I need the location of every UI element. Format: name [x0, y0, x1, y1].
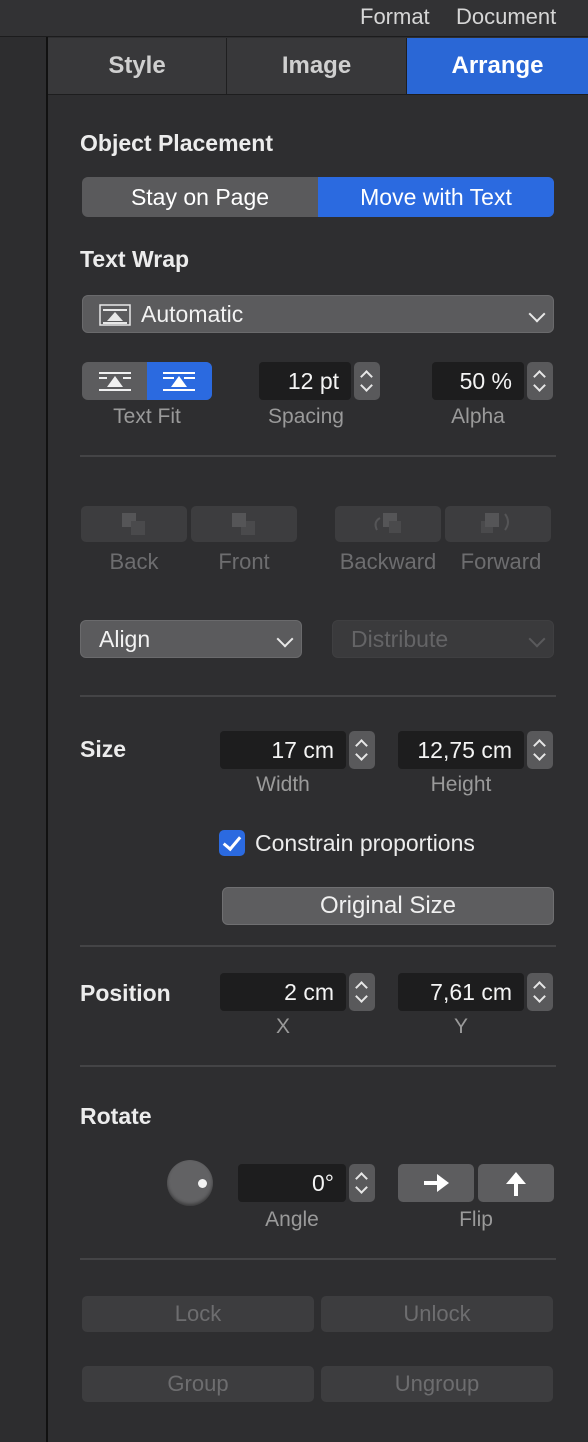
lock-button[interactable]: Lock	[82, 1296, 314, 1332]
divider	[80, 945, 556, 947]
object-placement-title: Object Placement	[80, 130, 274, 156]
x-position-stepper[interactable]	[349, 973, 375, 1011]
y-label: Y	[453, 1015, 468, 1038]
flip-label: Flip	[459, 1208, 493, 1231]
text-fit-shape-option[interactable]	[147, 362, 212, 400]
group-button[interactable]: Group	[82, 1366, 314, 1402]
stay-on-page-option[interactable]: Stay on Page	[82, 177, 318, 217]
text-wrap-value: Automatic	[141, 301, 244, 327]
y-position-stepper[interactable]	[527, 973, 553, 1011]
arrow-right-icon	[424, 1174, 449, 1192]
height-label: Height	[430, 773, 492, 796]
divider	[80, 1258, 556, 1260]
send-backward-icon	[374, 513, 401, 533]
format-toolbar-button[interactable]: Format	[360, 4, 430, 30]
ungroup-button[interactable]: Ungroup	[321, 1366, 553, 1402]
alpha-stepper[interactable]	[527, 362, 553, 400]
chevron-down-icon	[528, 305, 546, 323]
height-stepper[interactable]	[527, 731, 553, 769]
tab-image[interactable]: Image	[227, 38, 407, 94]
width-value: 17 cm	[271, 737, 334, 763]
backward-button[interactable]	[335, 506, 441, 542]
width-field[interactable]: 17 cm	[220, 731, 346, 769]
tab-arrange[interactable]: Arrange	[407, 38, 588, 94]
spacing-field[interactable]: 12 pt	[259, 362, 351, 400]
alpha-value: 50 %	[459, 368, 512, 394]
angle-field[interactable]: 0°	[238, 1164, 346, 1202]
bring-forward-icon	[481, 513, 509, 533]
height-value: 12,75 cm	[417, 737, 512, 763]
flip-vertical-button[interactable]	[478, 1164, 554, 1202]
spacing-stepper[interactable]	[354, 362, 380, 400]
y-value: 7,61 cm	[430, 979, 512, 1005]
front-label: Front	[218, 549, 270, 574]
unlock-label: Unlock	[403, 1301, 471, 1326]
wrap-rectangle-icon	[99, 372, 131, 391]
angle-value: 0°	[312, 1170, 334, 1196]
chevron-down-icon	[528, 630, 546, 648]
divider	[80, 1065, 556, 1067]
spacing-value: 12 pt	[287, 368, 339, 394]
object-placement-segmented-control: Stay on Page Move with Text	[82, 177, 554, 217]
distribute-label: Distribute	[351, 626, 449, 652]
x-position-field[interactable]: 2 cm	[220, 973, 346, 1011]
text-wrap-popup[interactable]: Automatic	[82, 295, 554, 333]
position-title: Position	[80, 980, 171, 1006]
y-position-field[interactable]: 7,61 cm	[398, 973, 524, 1011]
inspector-tabs: Style Image Arrange	[48, 38, 588, 95]
height-field[interactable]: 12,75 cm	[398, 731, 524, 769]
unlock-button[interactable]: Unlock	[321, 1296, 553, 1332]
align-label: Align	[99, 626, 151, 652]
text-fit-label: Text Fit	[113, 405, 181, 428]
forward-label: Forward	[460, 549, 542, 574]
lock-label: Lock	[174, 1301, 222, 1326]
forward-button[interactable]	[445, 506, 551, 542]
document-toolbar-button[interactable]: Document	[456, 4, 556, 30]
divider	[80, 695, 556, 697]
text-fit-rectangle-option[interactable]	[82, 362, 147, 400]
flip-horizontal-button[interactable]	[398, 1164, 474, 1202]
wrap-automatic-icon	[99, 304, 131, 326]
tab-style[interactable]: Style	[48, 38, 227, 94]
width-label: Width	[256, 773, 310, 796]
document-canvas-edge	[0, 0, 48, 1442]
move-with-text-option[interactable]: Move with Text	[318, 177, 554, 217]
group-label: Group	[167, 1371, 229, 1396]
alpha-label: Alpha	[451, 405, 505, 428]
size-title: Size	[80, 736, 127, 762]
back-button[interactable]	[81, 506, 187, 542]
constrain-proportions-checkbox[interactable]	[219, 830, 245, 856]
front-button[interactable]	[191, 506, 297, 542]
send-to-back-icon	[122, 513, 145, 535]
chevron-down-icon	[276, 630, 294, 648]
back-label: Back	[109, 549, 159, 574]
rotation-knob[interactable]	[167, 1160, 213, 1206]
alpha-field[interactable]: 50 %	[432, 362, 524, 400]
x-label: X	[275, 1015, 290, 1038]
arrow-up-icon	[506, 1172, 526, 1196]
width-stepper[interactable]	[349, 731, 375, 769]
rotate-title: Rotate	[80, 1103, 152, 1129]
spacing-label: Spacing	[268, 405, 344, 428]
constrain-proportions-label: Constrain proportions	[255, 830, 475, 856]
original-size-button[interactable]: Original Size	[222, 887, 554, 925]
backward-label: Backward	[339, 549, 437, 574]
align-popup[interactable]: Align	[80, 620, 302, 658]
ungroup-label: Ungroup	[394, 1371, 480, 1396]
text-fit-control	[82, 362, 212, 400]
x-value: 2 cm	[284, 979, 334, 1005]
divider	[80, 455, 556, 457]
text-wrap-title: Text Wrap	[80, 246, 190, 272]
distribute-popup[interactable]: Distribute	[332, 620, 554, 658]
bring-to-front-icon	[232, 513, 255, 535]
angle-label: Angle	[265, 1208, 319, 1231]
wrap-shape-icon	[163, 372, 195, 391]
angle-stepper[interactable]	[349, 1164, 375, 1202]
inspector-toolbar: Format Document	[0, 0, 588, 37]
